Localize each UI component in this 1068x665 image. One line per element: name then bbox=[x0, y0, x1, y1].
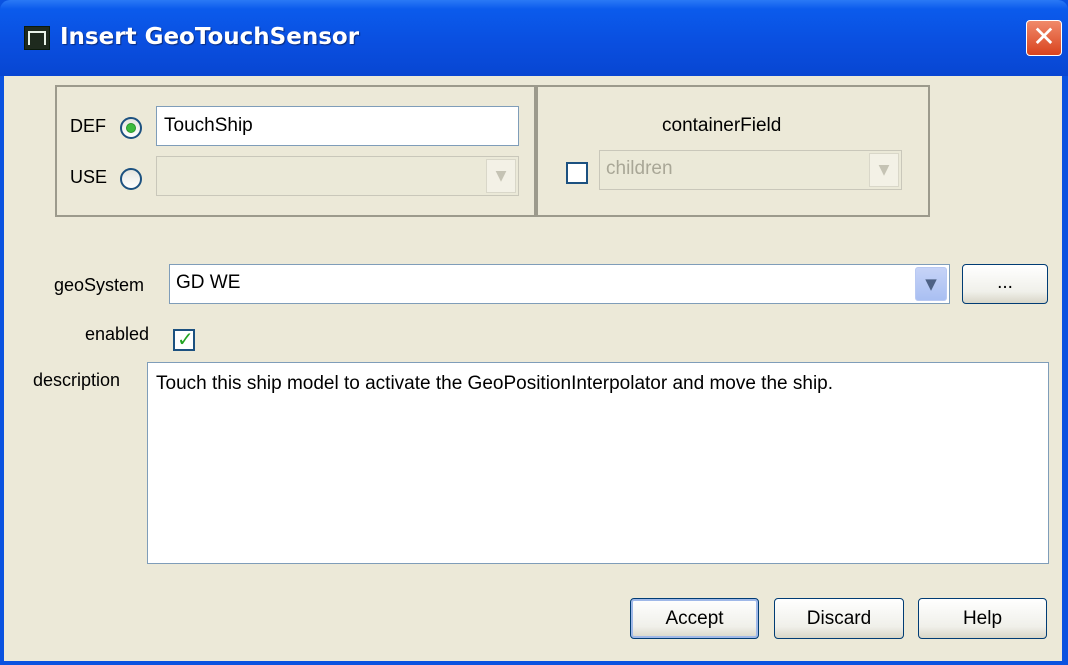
container-field-select[interactable]: children ▼ bbox=[599, 150, 902, 190]
radio-selected-dot bbox=[127, 124, 135, 132]
use-label: USE bbox=[70, 167, 108, 187]
close-button[interactable]: ✕ bbox=[1026, 20, 1062, 56]
def-name-input[interactable]: TouchShip bbox=[156, 106, 519, 146]
dialog-window: Insert GeoTouchSensor ✕ DEF TouchShip US… bbox=[0, 0, 1068, 665]
description-textarea[interactable]: Touch this ship model to activate the Ge… bbox=[147, 362, 1049, 564]
title-bar[interactable]: Insert GeoTouchSensor ✕ bbox=[0, 0, 1068, 76]
def-use-group: DEF TouchShip USE ▼ bbox=[55, 85, 536, 217]
geo-system-label: geoSystem bbox=[54, 275, 145, 295]
description-label: description bbox=[33, 370, 121, 390]
container-field-heading: containerField bbox=[662, 115, 782, 136]
geo-system-browse-button[interactable]: ... bbox=[962, 264, 1048, 304]
use-select[interactable]: ▼ bbox=[156, 156, 519, 196]
app-icon bbox=[24, 26, 50, 50]
geo-system-select[interactable]: GD WE ▼ bbox=[169, 264, 950, 304]
accept-button[interactable]: Accept bbox=[630, 598, 759, 639]
container-field-checkbox[interactable] bbox=[566, 162, 588, 184]
help-button[interactable]: Help bbox=[918, 598, 1047, 639]
chevron-down-icon[interactable]: ▼ bbox=[915, 267, 947, 301]
enabled-label: enabled bbox=[85, 324, 150, 344]
check-icon: ✓ bbox=[177, 327, 194, 351]
enabled-checkbox[interactable]: ✓ bbox=[173, 327, 195, 351]
def-label: DEF bbox=[70, 116, 106, 136]
discard-button[interactable]: Discard bbox=[774, 598, 904, 639]
chevron-down-icon: ▼ bbox=[869, 153, 899, 187]
dialog-content: DEF TouchShip USE ▼ containerField child… bbox=[4, 76, 1062, 661]
window-title: Insert GeoTouchSensor bbox=[60, 24, 360, 50]
use-radio[interactable] bbox=[120, 168, 142, 190]
geo-system-value: GD WE bbox=[176, 272, 241, 293]
chevron-down-icon: ▼ bbox=[486, 159, 516, 193]
def-radio[interactable] bbox=[120, 117, 142, 139]
container-field-value: children bbox=[606, 158, 673, 179]
container-field-group: containerField children ▼ bbox=[536, 85, 930, 217]
